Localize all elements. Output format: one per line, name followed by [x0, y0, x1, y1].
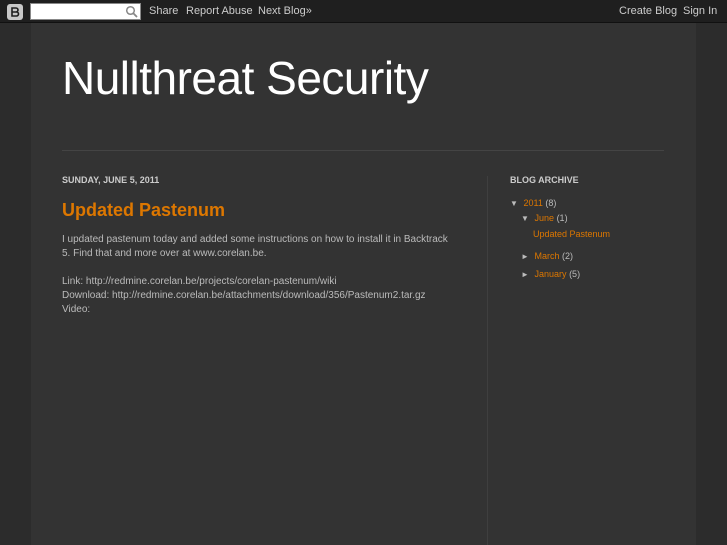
- post-title-link[interactable]: Updated Pastenum: [62, 200, 225, 221]
- archive-year-2011: ▼ 2011 (8): [510, 198, 556, 208]
- archive-count: (2): [562, 251, 574, 261]
- blog-archive-title: BLOG ARCHIVE: [510, 175, 579, 185]
- archive-month-june: ▼ June (1): [521, 213, 568, 223]
- sign-in-link[interactable]: Sign In: [683, 5, 717, 17]
- post-text-line: 5. Find that and more over at www.corela…: [62, 248, 267, 259]
- column-divider: [487, 176, 488, 545]
- expand-toggle-icon[interactable]: ►: [521, 252, 532, 261]
- collapse-toggle-icon[interactable]: ▼: [510, 199, 521, 208]
- archive-month-march: ► March (2): [521, 251, 573, 261]
- post-download-line: Download: http://redmine.corelan.be/atta…: [62, 290, 426, 301]
- blog-title[interactable]: Nullthreat Security: [62, 51, 429, 105]
- collapse-toggle-icon[interactable]: ▼: [521, 214, 532, 223]
- archive-month-january: ► January (5): [521, 269, 580, 279]
- archive-month-link[interactable]: January: [535, 269, 567, 279]
- archive-count: (1): [556, 213, 568, 223]
- archive-count: (5): [569, 269, 581, 279]
- blogger-logo-icon[interactable]: [7, 4, 23, 20]
- blogger-b-icon: [11, 7, 20, 17]
- search-box[interactable]: [30, 3, 141, 20]
- share-link[interactable]: Share: [149, 5, 178, 17]
- post-text-line: I updated pastenum today and added some …: [62, 234, 448, 245]
- post-body: I updated pastenum today and added some …: [62, 233, 462, 317]
- search-icon[interactable]: [125, 5, 138, 18]
- archive-month-link[interactable]: June: [535, 213, 555, 223]
- archive-post-link[interactable]: Updated Pastenum: [533, 229, 610, 239]
- post-date: SUNDAY, JUNE 5, 2011: [62, 175, 160, 185]
- archive-month-link[interactable]: March: [535, 251, 560, 261]
- blogger-navbar: Share Report Abuse Next Blog» Create Blo…: [0, 0, 727, 23]
- header-divider: [62, 150, 664, 151]
- report-abuse-link[interactable]: Report Abuse: [186, 5, 253, 17]
- create-blog-link[interactable]: Create Blog: [619, 5, 677, 17]
- post-video-line: Video:: [62, 304, 91, 315]
- post-link-line: Link: http://redmine.corelan.be/projects…: [62, 276, 337, 287]
- expand-toggle-icon[interactable]: ►: [521, 270, 532, 279]
- archive-post-item: Updated Pastenum: [533, 229, 610, 239]
- blog-container: Nullthreat Security SUNDAY, JUNE 5, 2011…: [31, 23, 696, 545]
- next-blog-link[interactable]: Next Blog»: [258, 5, 312, 17]
- archive-year-link[interactable]: 2011: [524, 198, 543, 208]
- search-input[interactable]: [33, 5, 125, 18]
- archive-count: (8): [545, 198, 557, 208]
